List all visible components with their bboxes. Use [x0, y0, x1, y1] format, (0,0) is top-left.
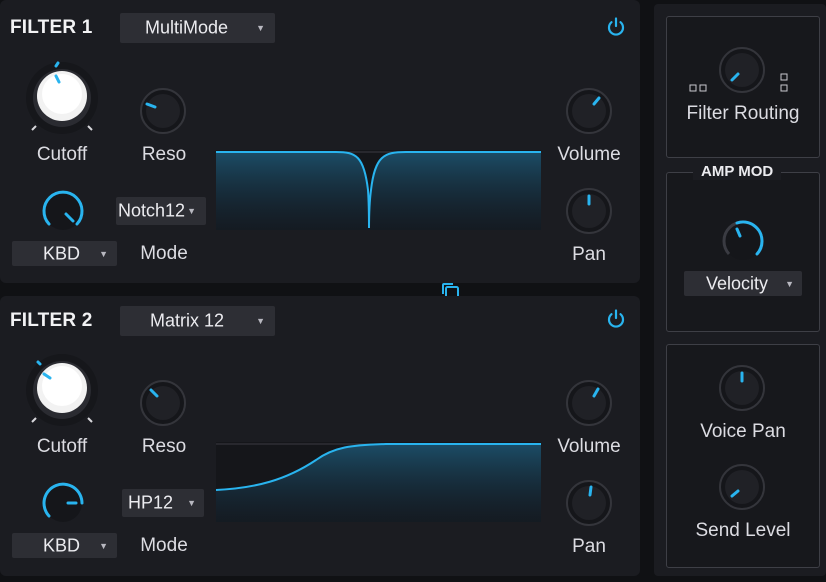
filter1-mode-value: Notch12 — [118, 200, 186, 221]
filter1-kbd-value: KBD — [43, 243, 81, 263]
filter1-panel: FILTER 1 MultiMode ▼ Cutoff Reso Volume … — [0, 0, 640, 283]
filter2-kbd-value: KBD — [43, 535, 81, 555]
filter-routing-label: Filter Routing — [686, 103, 800, 124]
filter1-kbd-dropdown[interactable]: KBD ▼ — [12, 241, 117, 266]
voice-pan-knob[interactable] — [717, 363, 767, 413]
filter1-response-graph — [216, 150, 541, 230]
filter2-mode-dropdown[interactable]: HP12 ▼ — [122, 489, 204, 517]
filter2-kbd-knob[interactable] — [38, 478, 88, 528]
filter-routing-knob[interactable] — [717, 45, 767, 95]
send-level-label: Send Level — [695, 520, 791, 541]
filter-routing-box: Filter Routing — [666, 16, 820, 158]
filter1-power-icon[interactable] — [605, 16, 627, 38]
dropdown-arrow-icon: ▼ — [187, 206, 196, 216]
filter2-title: FILTER 2 — [10, 310, 93, 331]
filter1-cutoff-label: Cutoff — [36, 144, 88, 165]
amp-mod-box: AMP MOD Velocity ▼ — [666, 163, 820, 332]
amp-mod-source-value: Velocity — [706, 273, 769, 293]
filter2-cutoff-label: Cutoff — [36, 436, 88, 457]
voice-box: Voice Pan Send Level — [666, 344, 820, 568]
send-level-knob[interactable] — [717, 462, 767, 512]
filter2-volume-knob[interactable] — [564, 378, 614, 428]
filter1-type-dropdown[interactable]: MultiMode ▼ — [120, 13, 275, 43]
amp-mod-title: AMP MOD — [693, 163, 782, 180]
filter2-kbd-dropdown[interactable]: KBD ▼ — [12, 533, 117, 558]
filter-divider-left — [0, 287, 402, 293]
routing-left-icon — [689, 84, 707, 92]
filter1-mode-dropdown[interactable]: Notch12 ▼ — [116, 197, 206, 225]
filter1-kbd-knob[interactable] — [38, 186, 88, 236]
dropdown-arrow-icon: ▼ — [99, 248, 108, 259]
filter1-type-value: MultiMode — [145, 17, 229, 38]
filter2-reso-label: Reso — [141, 436, 187, 457]
filter1-mode-label: Mode — [140, 243, 188, 264]
filter2-cutoff-knob[interactable] — [22, 352, 102, 432]
filter1-reso-knob[interactable] — [138, 86, 188, 136]
filter1-cutoff-knob[interactable] — [22, 60, 102, 140]
filter2-pan-label: Pan — [572, 536, 606, 557]
filter2-pan-knob[interactable] — [564, 478, 614, 528]
dropdown-arrow-icon: ▼ — [785, 278, 794, 289]
filter1-pan-knob[interactable] — [564, 186, 614, 236]
dropdown-arrow-icon: ▼ — [187, 498, 196, 508]
filter1-volume-label: Volume — [557, 144, 621, 165]
filter1-title: FILTER 1 — [10, 17, 93, 38]
dropdown-arrow-icon: ▼ — [99, 540, 108, 551]
filter2-power-icon[interactable] — [605, 308, 627, 330]
filter1-pan-label: Pan — [572, 244, 606, 265]
filter1-reso-label: Reso — [141, 144, 187, 165]
filter2-type-value: Matrix 12 — [150, 310, 225, 331]
filter2-response-graph — [216, 442, 541, 522]
routing-right-icon — [780, 73, 788, 92]
voice-pan-label: Voice Pan — [700, 421, 786, 442]
filter2-mode-label: Mode — [140, 535, 188, 556]
filter2-panel: FILTER 2 Matrix 12 ▼ Cutoff Reso Volume … — [0, 296, 640, 576]
filter2-volume-label: Volume — [557, 436, 621, 457]
dropdown-arrow-icon: ▼ — [256, 316, 265, 326]
amp-mod-source-dropdown[interactable]: Velocity ▼ — [684, 271, 802, 296]
filter2-type-dropdown[interactable]: Matrix 12 ▼ — [120, 306, 275, 336]
amp-mod-knob[interactable] — [718, 216, 768, 266]
filter1-volume-knob[interactable] — [564, 86, 614, 136]
dropdown-arrow-icon: ▼ — [256, 23, 265, 33]
filter2-reso-knob[interactable] — [138, 378, 188, 428]
filter2-mode-value: HP12 — [128, 492, 174, 513]
